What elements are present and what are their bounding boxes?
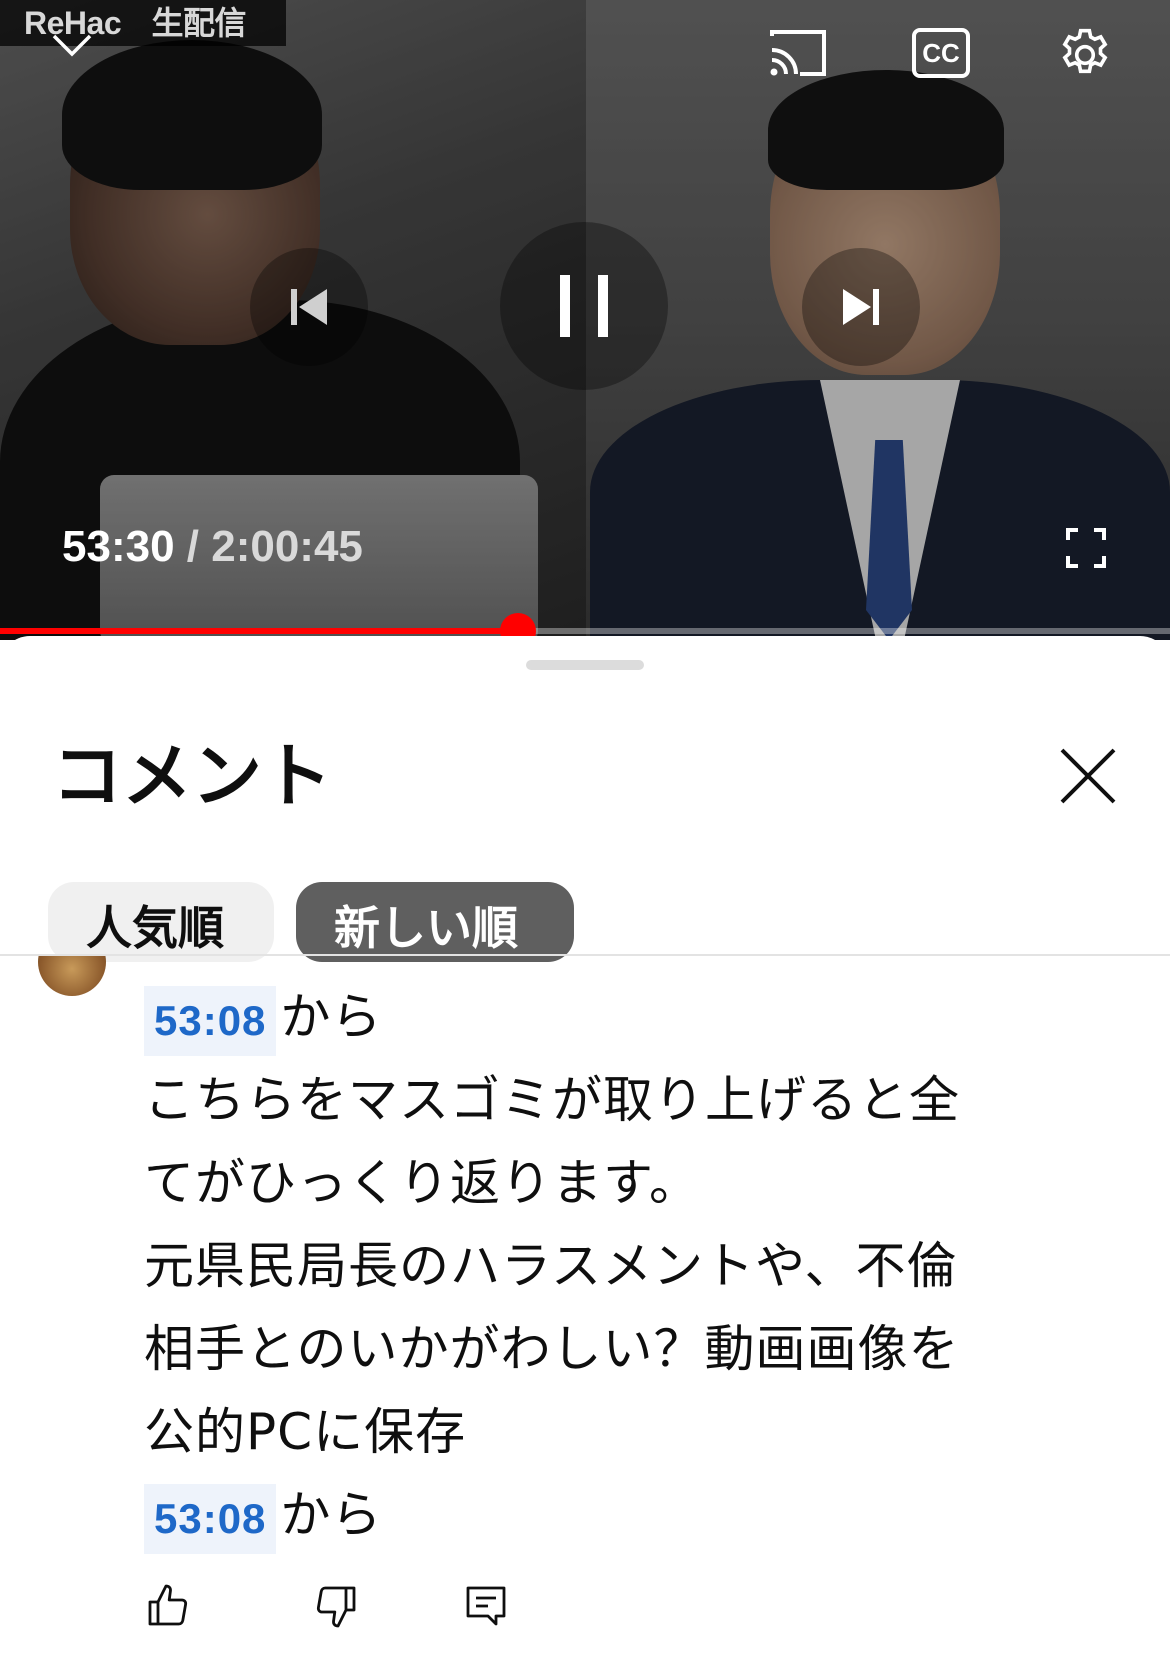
time-separator: / <box>174 522 212 571</box>
comment-line-timestamp: 53:08 から <box>144 976 1084 1059</box>
gear-icon[interactable] <box>1054 24 1116 86</box>
previous-button[interactable] <box>250 248 368 366</box>
sort-chip-newest[interactable]: 新しい順 <box>296 882 574 962</box>
comment-line: こちらをマスゴミが取り上げると全 <box>144 1071 960 1129</box>
divider <box>0 954 1170 956</box>
comment-line: 公的PCに保存 <box>144 1403 467 1461</box>
thumbs-up-icon[interactable] <box>144 1582 192 1630</box>
thumbs-down-icon[interactable] <box>312 1582 360 1630</box>
sort-chip-popular[interactable]: 人気順 <box>48 882 274 962</box>
closed-captions-icon[interactable]: CC <box>912 28 970 78</box>
video-player[interactable]: ReHac 生配信 CC 53:30 / 2:00:45 <box>0 0 1170 640</box>
pause-button[interactable] <box>500 222 668 390</box>
progress-bar[interactable] <box>0 613 1170 640</box>
sheet-title: コメント <box>52 735 332 817</box>
skip-next-icon <box>843 289 879 325</box>
pause-icon <box>560 275 608 337</box>
comment-line: てがひっくり返ります。 <box>144 1154 700 1212</box>
fullscreen-icon[interactable] <box>1066 528 1106 568</box>
channel-logo: ReHac 生配信 <box>0 0 286 46</box>
comment-line: 元県民局長のハラスメントや、不倫 <box>144 1237 958 1295</box>
next-button[interactable] <box>802 248 920 366</box>
cast-icon[interactable] <box>766 26 830 80</box>
time-display: 53:30 / 2:00:45 <box>62 522 363 572</box>
close-icon[interactable] <box>1052 740 1124 812</box>
comment-suffix: から <box>280 988 383 1046</box>
skip-previous-icon <box>291 289 327 325</box>
comment-text: 53:08 から こちらをマスゴミが取り上げると全 てがひっくり返ります。 元県民… <box>144 976 1084 1557</box>
total-time: 2:00:45 <box>211 522 363 571</box>
drag-handle[interactable] <box>526 660 644 670</box>
timestamp-link[interactable]: 53:08 <box>144 1483 277 1554</box>
captions-label: CC <box>922 38 960 68</box>
current-time: 53:30 <box>62 522 175 571</box>
reply-icon[interactable] <box>462 1582 510 1630</box>
timestamp-link[interactable]: 53:08 <box>144 985 277 1056</box>
channel-logo-badge: 生配信 <box>151 5 247 41</box>
comment-suffix: から <box>280 1486 383 1544</box>
progress-played <box>0 628 518 634</box>
comment-line: 相手とのいかがわしい？動画画像を <box>144 1320 960 1378</box>
comment-line-timestamp: 53:08 から <box>144 1474 1084 1557</box>
comments-sheet: コメント 人気順 新しい順 53:08 から こちらをマスゴミが取り上げると全 て… <box>0 636 1170 1656</box>
chevron-down-icon[interactable] <box>50 30 94 60</box>
